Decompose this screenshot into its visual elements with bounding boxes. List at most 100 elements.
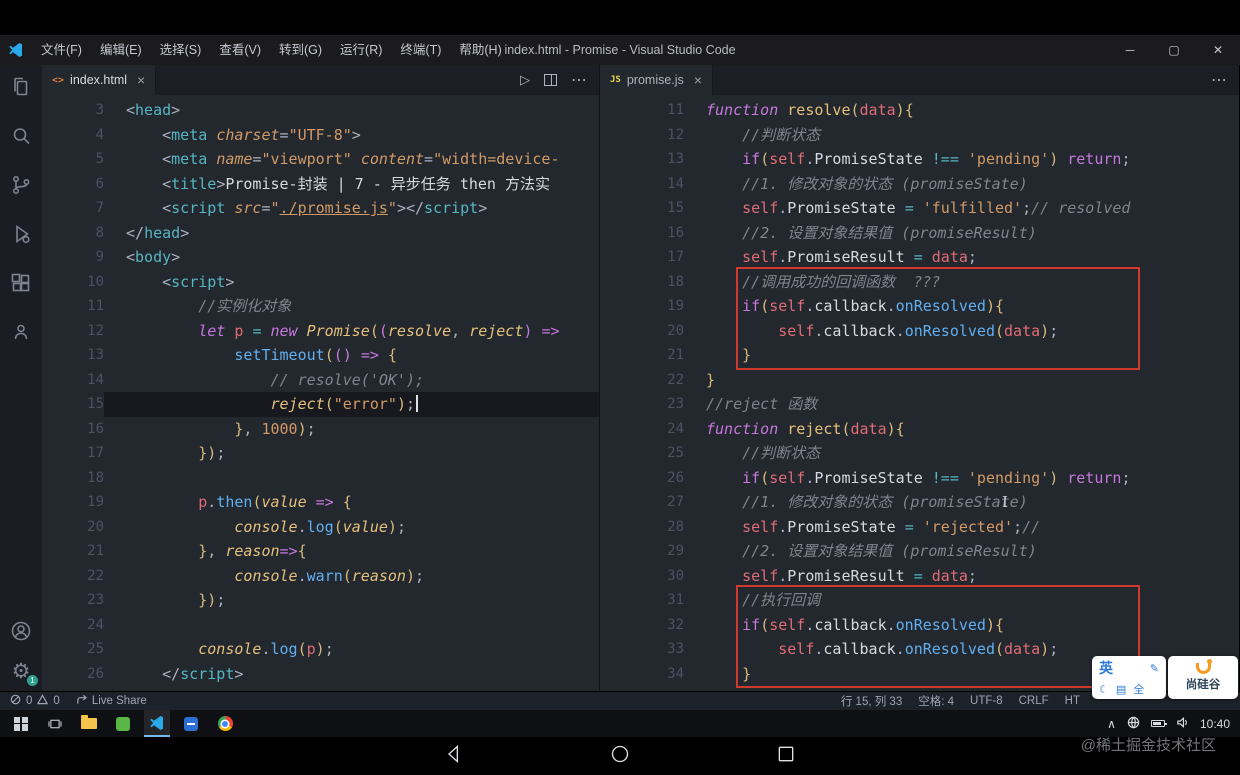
recents-button[interactable] bbox=[776, 744, 796, 769]
home-button[interactable] bbox=[610, 744, 630, 769]
code-line[interactable]: 20 console.log(value); bbox=[42, 515, 599, 540]
encoding[interactable]: UTF-8 bbox=[970, 695, 1003, 707]
menu-view[interactable]: 查看(V) bbox=[210, 35, 270, 65]
code-line[interactable]: 9 <body> bbox=[42, 245, 599, 270]
code-line[interactable]: 17 self.PromiseResult = data; bbox=[600, 245, 1239, 270]
code-line[interactable]: 16 //2. 设置对象结果值 (promiseResult) bbox=[600, 221, 1239, 246]
code-line[interactable]: 17 }); bbox=[42, 441, 599, 466]
run-debug-icon[interactable] bbox=[9, 222, 33, 246]
taskbar-icon-chrome[interactable] bbox=[212, 710, 238, 737]
code-line[interactable]: 30 self.PromiseResult = data; bbox=[600, 564, 1239, 589]
back-button[interactable] bbox=[444, 744, 464, 769]
code-line[interactable]: 32 if(self.callback.onResolved){ bbox=[600, 613, 1239, 638]
cursor-position[interactable]: 行 15, 列 33 bbox=[841, 693, 902, 709]
code-line[interactable]: 15 self.PromiseState = 'fulfilled';// re… bbox=[600, 196, 1239, 221]
code-line[interactable]: 21 } bbox=[600, 343, 1239, 368]
code-line[interactable]: 18 //调用成功的回调函数 ??? bbox=[600, 270, 1239, 295]
menu-edit[interactable]: 编辑(E) bbox=[91, 35, 151, 65]
code-line[interactable]: 7 <script src="./promise.js"></script> bbox=[42, 196, 599, 221]
code-line[interactable]: 4 <meta charset="UTF-8"> bbox=[42, 123, 599, 148]
code-line[interactable]: 19 p.then(value => { bbox=[42, 490, 599, 515]
tab-index-html[interactable]: <> index.html × bbox=[42, 65, 157, 95]
account-icon[interactable] bbox=[9, 619, 33, 643]
code-line[interactable]: 23 //reject 函数 bbox=[600, 392, 1239, 417]
code-line[interactable]: 3 <head> bbox=[42, 98, 599, 123]
close-button[interactable]: ✕ bbox=[1196, 35, 1240, 65]
code-line[interactable]: 19 if(self.callback.onResolved){ bbox=[600, 294, 1239, 319]
menu-selection[interactable]: 选择(S) bbox=[151, 35, 211, 65]
code-line[interactable]: 18 bbox=[42, 466, 599, 491]
more-actions-button[interactable]: ⋯ bbox=[571, 70, 587, 90]
code-line[interactable]: 11 function resolve(data){ bbox=[600, 98, 1239, 123]
ime-pen-icon[interactable]: ✎ bbox=[1150, 662, 1159, 675]
code-editor-promise-js[interactable]: 11 function resolve(data){12 //判断状态 13 if(… bbox=[600, 95, 1239, 691]
extensions-icon[interactable] bbox=[9, 271, 33, 295]
code-line[interactable]: 20 self.callback.onResolved(data); bbox=[600, 319, 1239, 344]
code-line[interactable]: 15 reject("error"); bbox=[42, 392, 599, 417]
task-view-button[interactable] bbox=[42, 710, 68, 737]
run-code-button[interactable]: ▷ bbox=[520, 72, 530, 88]
code-line[interactable]: 31 //执行回调 bbox=[600, 588, 1239, 613]
language-mode[interactable]: HT bbox=[1065, 695, 1080, 707]
maximize-button[interactable]: ▢ bbox=[1152, 35, 1196, 65]
eol-sequence[interactable]: CRLF bbox=[1019, 695, 1049, 707]
code-line[interactable]: 25 //判断状态 bbox=[600, 441, 1239, 466]
code-line[interactable]: 22} bbox=[600, 368, 1239, 393]
problems-indicator[interactable]: 0 0 bbox=[10, 694, 60, 708]
code-line[interactable]: 26 if(self.PromiseState !== 'pending') r… bbox=[600, 466, 1239, 491]
tray-expand-chevron-icon[interactable]: ∧ bbox=[1107, 717, 1116, 731]
code-line[interactable]: 14 //1. 修改对象的状态 (promiseState) bbox=[600, 172, 1239, 197]
ime-fullwidth-toggle[interactable]: 全 bbox=[1133, 681, 1144, 697]
network-icon[interactable] bbox=[1127, 716, 1140, 732]
code-line[interactable]: 6 <title>Promise-封装 | 7 - 异步任务 then 方法实 bbox=[42, 172, 599, 197]
ime-toolbar[interactable]: 英 ✎ ☾ ▤ 全 bbox=[1092, 656, 1166, 699]
code-line[interactable]: 12 let p = new Promise((resolve, reject)… bbox=[42, 319, 599, 344]
taskbar-icon-vscode[interactable] bbox=[144, 710, 170, 737]
menu-terminal[interactable]: 终端(T) bbox=[391, 35, 450, 65]
code-line[interactable]: 25 console.log(p); bbox=[42, 637, 599, 662]
tab-close-icon[interactable]: × bbox=[137, 72, 145, 88]
search-icon[interactable] bbox=[9, 124, 33, 148]
code-line[interactable]: 23 }); bbox=[42, 588, 599, 613]
more-actions-button[interactable]: ⋯ bbox=[1211, 70, 1227, 90]
ime-moon-icon[interactable]: ☾ bbox=[1099, 683, 1109, 696]
code-line[interactable]: 29 //2. 设置对象结果值 (promiseResult) bbox=[600, 539, 1239, 564]
code-line[interactable]: 24 bbox=[42, 613, 599, 638]
start-button[interactable] bbox=[8, 710, 34, 737]
volume-icon[interactable] bbox=[1176, 716, 1189, 732]
menu-run[interactable]: 运行(R) bbox=[331, 35, 391, 65]
code-line[interactable]: 26 </script> bbox=[42, 662, 599, 687]
live-share-icon[interactable] bbox=[9, 320, 33, 344]
code-line[interactable]: 13 setTimeout(() => { bbox=[42, 343, 599, 368]
live-share-status[interactable]: Live Share bbox=[76, 694, 147, 708]
ime-language-mode[interactable]: 英 bbox=[1099, 658, 1113, 678]
code-line[interactable]: 14 // resolve('OK'); bbox=[42, 368, 599, 393]
code-line[interactable]: 11 //实例化对象 bbox=[42, 294, 599, 319]
source-control-icon[interactable] bbox=[9, 173, 33, 197]
explorer-icon[interactable] bbox=[9, 75, 33, 99]
taskbar-icon-app-green[interactable] bbox=[110, 710, 136, 737]
split-editor-button[interactable] bbox=[544, 74, 557, 86]
code-line[interactable]: 5 <meta name="viewport" content="width=d… bbox=[42, 147, 599, 172]
tab-promise-js[interactable]: JS promise.js × bbox=[600, 65, 713, 95]
minimize-button[interactable]: ─ bbox=[1108, 35, 1152, 65]
code-line[interactable]: 10 <script> bbox=[42, 270, 599, 295]
tab-close-icon[interactable]: × bbox=[694, 72, 702, 88]
code-line[interactable]: 13 if(self.PromiseState !== 'pending') r… bbox=[600, 147, 1239, 172]
code-line[interactable]: 12 //判断状态 bbox=[600, 123, 1239, 148]
code-line[interactable]: 8 </head> bbox=[42, 221, 599, 246]
menu-file[interactable]: 文件(F) bbox=[32, 35, 91, 65]
battery-icon[interactable] bbox=[1150, 720, 1167, 727]
code-line[interactable]: 28 self.PromiseState = 'rejected';// bbox=[600, 515, 1239, 540]
clock[interactable]: 10:40 bbox=[1200, 717, 1230, 731]
taskbar-icon-app-blue[interactable] bbox=[178, 710, 204, 737]
code-line[interactable]: 21 }, reason=>{ bbox=[42, 539, 599, 564]
menu-go[interactable]: 转到(G) bbox=[270, 35, 331, 65]
ime-keyboard-icon[interactable]: ▤ bbox=[1116, 683, 1126, 696]
taskbar-icon-file-explorer[interactable] bbox=[76, 710, 102, 737]
menu-help[interactable]: 帮助(H) bbox=[450, 35, 510, 65]
code-line[interactable]: 22 console.warn(reason); bbox=[42, 564, 599, 589]
code-editor-index-html[interactable]: 3 <head> 4 <meta charset="UTF-8"> 5 <meta n… bbox=[42, 95, 599, 691]
code-line[interactable]: 16 }, 1000); bbox=[42, 417, 599, 442]
code-line[interactable]: 27 //1. 修改对象的状态 (promiseState) bbox=[600, 490, 1239, 515]
